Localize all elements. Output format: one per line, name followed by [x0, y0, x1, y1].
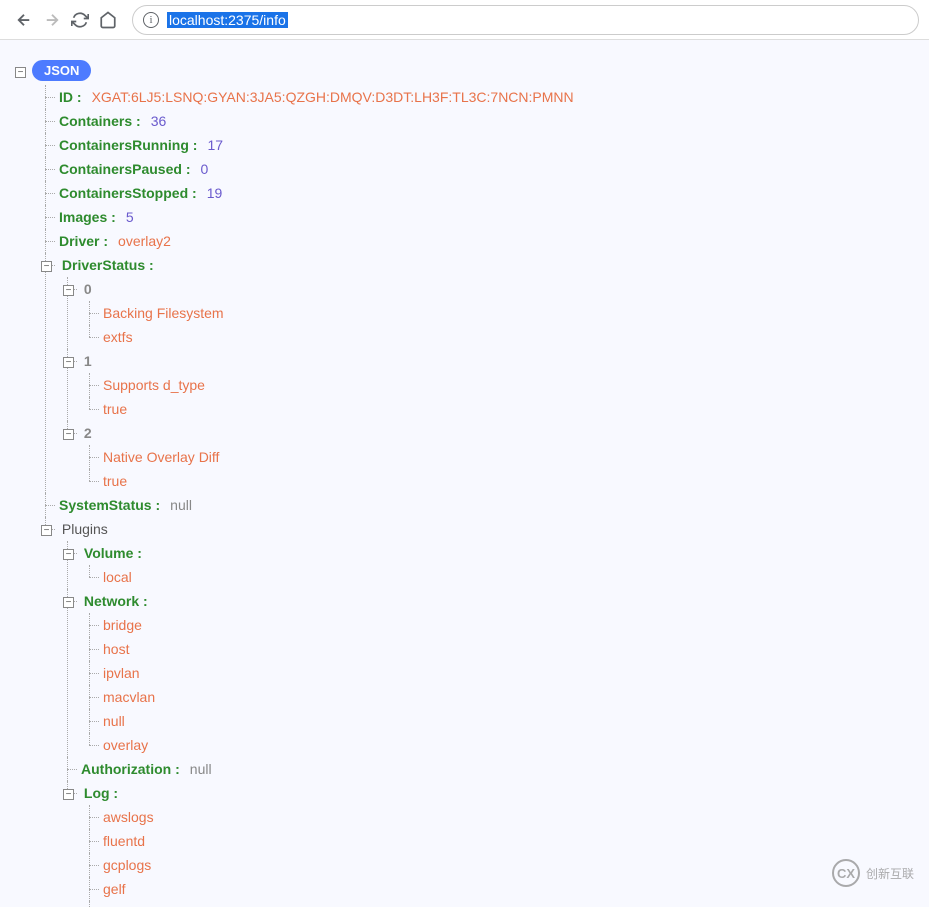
- home-button[interactable]: [94, 6, 122, 34]
- json-viewer: − JSON IDXGAT:6LJ5:LSNQ:GYAN:3JA5:QZGH:D…: [0, 40, 929, 907]
- field-images: Images5: [37, 205, 914, 229]
- watermark-text: 创新互联: [866, 865, 914, 882]
- list-item: awslogs: [81, 805, 914, 829]
- field-id: IDXGAT:6LJ5:LSNQ:GYAN:3JA5:QZGH:DMQV:D3D…: [37, 85, 914, 109]
- forward-button[interactable]: [38, 6, 66, 34]
- driver-status-1: − 1 Supports d_type true: [59, 349, 914, 421]
- field-driver-status: − DriverStatus − 0 Backing Filesystem ex…: [37, 253, 914, 493]
- plugins-authorization: Authorizationnull: [59, 757, 914, 781]
- list-item: overlay: [81, 733, 914, 757]
- list-item: Supports d_type: [81, 373, 914, 397]
- field-containers-paused: ContainersPaused0: [37, 157, 914, 181]
- list-item: true: [81, 397, 914, 421]
- driver-status-2: − 2 Native Overlay Diff true: [59, 421, 914, 493]
- plugins-network: − Network bridge host ipvlan macvlan nul…: [59, 589, 914, 757]
- watermark: CX 创新互联: [832, 859, 914, 887]
- collapse-toggle[interactable]: −: [15, 67, 26, 78]
- list-item: bridge: [81, 613, 914, 637]
- field-driver: Driveroverlay2: [37, 229, 914, 253]
- field-containers-stopped: ContainersStopped19: [37, 181, 914, 205]
- collapse-toggle[interactable]: −: [41, 261, 52, 272]
- collapse-toggle[interactable]: −: [63, 357, 74, 368]
- list-item: null: [81, 709, 914, 733]
- list-item: local: [81, 565, 914, 589]
- browser-toolbar: i localhost:2375/info: [0, 0, 929, 40]
- list-item: macvlan: [81, 685, 914, 709]
- site-info-icon[interactable]: i: [143, 12, 159, 28]
- watermark-icon: CX: [832, 859, 860, 887]
- list-item: gelf: [81, 877, 914, 901]
- collapse-toggle[interactable]: −: [41, 525, 52, 536]
- collapse-toggle[interactable]: −: [63, 285, 74, 296]
- list-item: gcplogs: [81, 853, 914, 877]
- list-item: Native Overlay Diff: [81, 445, 914, 469]
- collapse-toggle[interactable]: −: [63, 429, 74, 440]
- plugins-volume: − Volume local: [59, 541, 914, 589]
- list-item: Backing Filesystem: [81, 301, 914, 325]
- reload-button[interactable]: [66, 6, 94, 34]
- driver-status-0: − 0 Backing Filesystem extfs: [59, 277, 914, 349]
- plugins-log: − Log awslogs fluentd gcplogs gelf journ…: [59, 781, 914, 907]
- json-tree: IDXGAT:6LJ5:LSNQ:GYAN:3JA5:QZGH:DMQV:D3D…: [15, 85, 914, 907]
- list-item: journald: [81, 901, 914, 907]
- url-text: localhost:2375/info: [167, 12, 288, 28]
- json-badge: JSON: [32, 60, 91, 81]
- list-item: host: [81, 637, 914, 661]
- field-containers: Containers36: [37, 109, 914, 133]
- list-item: true: [81, 469, 914, 493]
- collapse-toggle[interactable]: −: [63, 549, 74, 560]
- collapse-toggle[interactable]: −: [63, 597, 74, 608]
- field-plugins: − Plugins − Volume local − Network: [37, 517, 914, 907]
- field-system-status: SystemStatusnull: [37, 493, 914, 517]
- list-item: ipvlan: [81, 661, 914, 685]
- list-item: fluentd: [81, 829, 914, 853]
- back-button[interactable]: [10, 6, 38, 34]
- field-containers-running: ContainersRunning17: [37, 133, 914, 157]
- collapse-toggle[interactable]: −: [63, 789, 74, 800]
- address-bar[interactable]: i localhost:2375/info: [132, 5, 919, 35]
- list-item: extfs: [81, 325, 914, 349]
